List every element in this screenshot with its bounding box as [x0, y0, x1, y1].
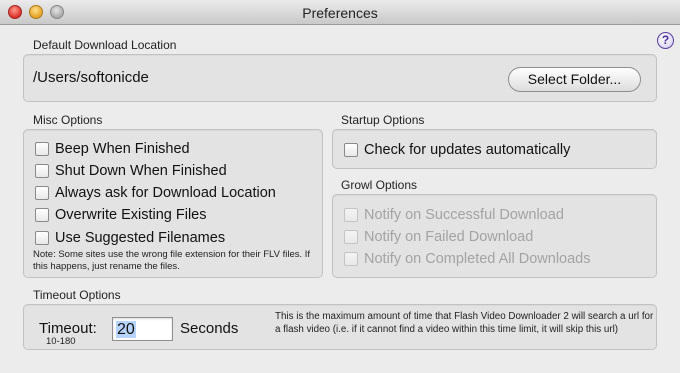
select-folder-button[interactable]: Select Folder...: [508, 67, 641, 92]
download-path: /Users/softonicde: [33, 69, 149, 86]
notify-successful-download-option: Notify on Successful Download: [344, 207, 564, 223]
timeout-options-label: Timeout Options: [33, 288, 121, 302]
checkbox[interactable]: [35, 208, 49, 222]
checkbox[interactable]: [344, 143, 358, 157]
overwrite-existing-files-option[interactable]: Overwrite Existing Files: [35, 207, 206, 223]
timeout-label: Timeout:: [39, 320, 97, 337]
checkbox: [344, 230, 358, 244]
option-label: Notify on Completed All Downloads: [364, 251, 591, 267]
option-label: Notify on Failed Download: [364, 229, 534, 245]
option-label: Check for updates automatically: [364, 142, 571, 158]
option-label: Overwrite Existing Files: [55, 207, 207, 223]
option-label: Always ask for Download Location: [55, 185, 276, 201]
timeout-value: 20: [116, 321, 136, 338]
help-button[interactable]: ?: [657, 32, 674, 49]
checkbox[interactable]: [35, 231, 49, 245]
ask-download-location-option[interactable]: Always ask for Download Location: [35, 185, 276, 201]
timeout-description: This is the maximum amount of time that …: [275, 311, 654, 335]
timeout-range: 10-180: [46, 336, 76, 347]
notify-completed-all-option: Notify on Completed All Downloads: [344, 251, 590, 267]
title-bar: Preferences: [0, 0, 680, 25]
shut-down-when-finished-option[interactable]: Shut Down When Finished: [35, 163, 227, 179]
checkbox[interactable]: [35, 142, 49, 156]
checkbox: [344, 252, 358, 266]
growl-options-label: Growl Options: [341, 178, 418, 192]
option-label: Beep When Finished: [55, 141, 190, 157]
checkbox: [344, 208, 358, 222]
use-suggested-filenames-option[interactable]: Use Suggested Filenames: [35, 230, 225, 246]
filename-note: Note: Some sites use the wrong file exte…: [33, 249, 311, 272]
download-location-label: Default Download Location: [33, 38, 177, 52]
option-label: Notify on Successful Download: [364, 207, 564, 223]
check-updates-option[interactable]: Check for updates automatically: [344, 142, 570, 158]
timeout-input[interactable]: 20: [112, 317, 173, 341]
checkbox[interactable]: [35, 186, 49, 200]
checkbox[interactable]: [35, 164, 49, 178]
beep-when-finished-option[interactable]: Beep When Finished: [35, 141, 190, 157]
window-title: Preferences: [302, 5, 378, 21]
misc-options-label: Misc Options: [33, 113, 103, 127]
startup-options-label: Startup Options: [341, 113, 425, 127]
notify-failed-download-option: Notify on Failed Download: [344, 229, 533, 245]
seconds-label: Seconds: [180, 320, 239, 337]
option-label: Use Suggested Filenames: [55, 230, 226, 246]
option-label: Shut Down When Finished: [55, 163, 227, 179]
